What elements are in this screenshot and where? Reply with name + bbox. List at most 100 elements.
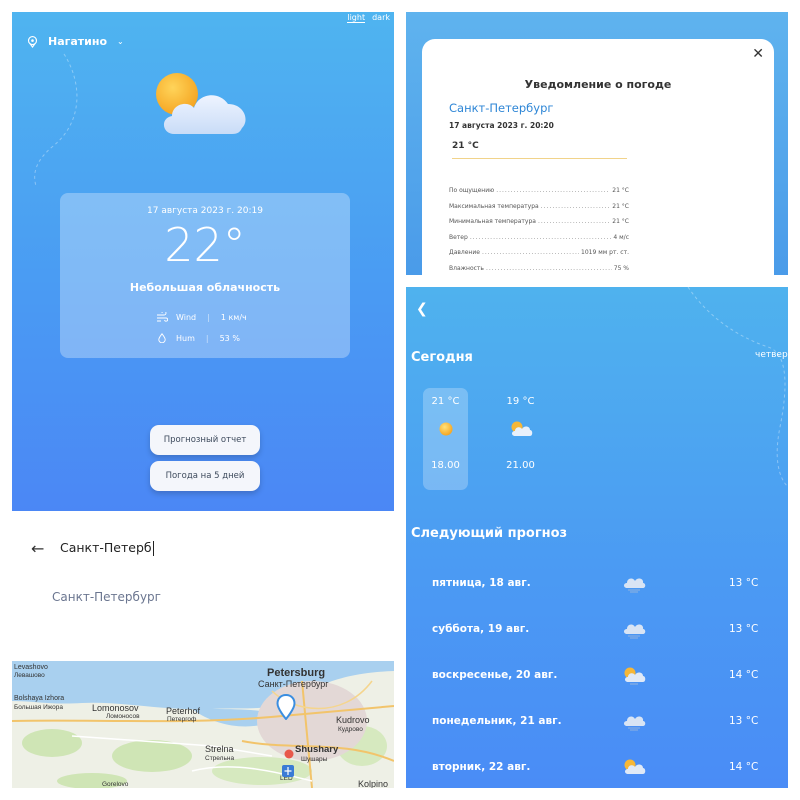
notification-stats: По ощущению ............................… xyxy=(449,187,629,275)
text-caret xyxy=(152,541,154,556)
stat-value: 21 °C xyxy=(612,202,629,210)
map-label: Шушары xyxy=(301,756,328,763)
stat-row: Давление ...............................… xyxy=(449,249,629,265)
wind-icon xyxy=(157,312,168,322)
theme-dark-option[interactable]: dark xyxy=(372,13,390,23)
wind-label: Wind xyxy=(176,312,197,322)
search-result-item[interactable]: Санкт-Петербург xyxy=(52,590,161,604)
stat-label: Максимальная температура xyxy=(449,202,539,210)
day-temp: 13 °C xyxy=(729,577,759,589)
map-label-city: Санкт-Петербург xyxy=(258,679,329,689)
day-temp: 14 °C xyxy=(729,669,759,681)
current-temperature: 22° xyxy=(164,218,246,272)
dot-leader: ........................................… xyxy=(537,218,610,226)
search-panel: ← Санкт-Петерб Санкт-Петербург Levashovo xyxy=(12,511,394,788)
sun-icon xyxy=(423,419,468,439)
day-name: воскресенье, 20 авг. xyxy=(432,669,558,681)
day-name: пятница, 18 авг. xyxy=(432,577,531,589)
map-label: Levashovo xyxy=(14,664,48,671)
day-row[interactable]: пятница, 18 авг. 13 °C xyxy=(432,573,762,593)
notification-panel: ✕ Уведомление о погоде Санкт-Петербург 1… xyxy=(406,12,788,275)
stat-row: Минимальная температура ................… xyxy=(449,218,629,234)
map-label: Shushary xyxy=(295,744,339,755)
stat-label: По ощущению xyxy=(449,187,495,194)
weather-description: Небольшая облачность xyxy=(129,281,281,294)
divider xyxy=(452,158,627,159)
current-date: 17 августа 2023 г. 20:19 xyxy=(147,206,263,216)
stat-row: Ветер ..................................… xyxy=(449,234,629,250)
day-temp: 13 °C xyxy=(729,715,759,727)
dot-leader: ........................................… xyxy=(485,264,612,272)
partly-cloudy-icon xyxy=(621,757,729,777)
partly-cloudy-icon xyxy=(498,419,543,439)
hour-time: 18.00 xyxy=(431,460,460,471)
map-pin-icon[interactable] xyxy=(276,694,296,720)
next-day-label: четвер xyxy=(755,350,788,360)
map-label: Стрельна xyxy=(205,755,235,762)
decorative-dashed-curve xyxy=(687,287,788,487)
dot-leader: ........................................… xyxy=(540,202,611,210)
map-label: Левашово xyxy=(14,672,45,679)
map-label: Peterhof xyxy=(166,706,201,716)
dot-leader: ........................................… xyxy=(481,249,579,257)
stat-label: Ветер xyxy=(449,233,468,241)
partly-cloudy-icon xyxy=(621,665,729,685)
main-weather-panel: light dark Нагатино ⌄ 17 августа 2023 г.… xyxy=(12,12,394,511)
back-arrow-icon[interactable]: ← xyxy=(31,539,44,558)
search-query: Санкт-Петерб xyxy=(60,540,152,555)
map-label: Gorelovo xyxy=(102,781,129,788)
map-label: Петергоф xyxy=(167,716,197,723)
forecast-report-button[interactable]: Прогнозный отчет xyxy=(150,425,260,455)
stat-label: Давление xyxy=(449,249,480,257)
map-view[interactable]: Levashovo Левашово Bolshaya Izhora Больш… xyxy=(12,661,394,788)
day-name: суббота, 19 авг. xyxy=(432,623,530,635)
hour-temp: 21 °C xyxy=(431,396,460,407)
map-label: Lomonosov xyxy=(92,703,139,713)
stat-row: Влажность ..............................… xyxy=(449,265,629,275)
theme-light-option[interactable]: light xyxy=(347,13,366,23)
metro-icon xyxy=(284,749,294,759)
hour-card[interactable]: 21 °C 18.00 xyxy=(423,388,468,490)
today-heading: Сегодня xyxy=(411,350,473,365)
day-row[interactable]: суббота, 19 авг. 13 °C xyxy=(432,619,762,639)
airport-icon xyxy=(282,765,294,777)
separator: | xyxy=(205,333,209,343)
notification-modal: ✕ Уведомление о погоде Санкт-Петербург 1… xyxy=(422,39,774,275)
cloud-icon xyxy=(621,711,729,731)
day-name: вторник, 22 авг. xyxy=(432,761,531,773)
wind-row: Wind | 1 км/ч xyxy=(156,312,247,322)
hour-temp: 19 °C xyxy=(506,396,535,407)
five-day-forecast-button[interactable]: Погода на 5 дней xyxy=(150,461,260,491)
notification-title: Уведомление о погоде xyxy=(524,78,672,91)
day-row[interactable]: понедельник, 21 авг. 13 °C xyxy=(432,711,762,731)
stat-value: 21 °C xyxy=(612,187,629,194)
stat-value: 4 м/с xyxy=(613,233,629,241)
current-weather-card: 17 августа 2023 г. 20:19 22° Небольшая о… xyxy=(60,193,350,358)
hour-card[interactable]: 19 °C 21.00 xyxy=(498,388,543,490)
partly-cloudy-icon xyxy=(156,73,246,134)
back-chevron-icon[interactable]: ❮ xyxy=(416,301,428,317)
chevron-down-icon: ⌄ xyxy=(117,37,124,46)
map-label: Kudrovo xyxy=(336,715,370,725)
humidity-value: 53 % xyxy=(219,333,240,343)
close-icon[interactable]: ✕ xyxy=(752,46,764,62)
location-pin-icon xyxy=(27,36,38,48)
day-row[interactable]: воскресенье, 20 авг. 14 °C xyxy=(432,665,762,685)
cloud-icon xyxy=(621,573,729,593)
separator: | xyxy=(207,312,210,322)
humidity-label: Hum xyxy=(176,333,195,343)
notification-city: Санкт-Петербург xyxy=(449,101,554,115)
search-input[interactable]: Санкт-Петерб xyxy=(60,540,154,556)
day-row[interactable]: вторник, 22 авг. 14 °C xyxy=(432,757,762,777)
map-label: Ломоносов xyxy=(106,713,140,720)
map-label: Strelna xyxy=(205,744,234,754)
decorative-dashed-curve xyxy=(34,53,78,187)
location-selector[interactable]: Нагатино ⌄ xyxy=(26,35,124,48)
droplet-icon xyxy=(158,333,166,343)
map-label: Кудрово xyxy=(338,726,363,733)
next-forecast-heading: Следующий прогноз xyxy=(411,526,568,541)
map-label: Kolpino xyxy=(358,779,389,788)
wind-value: 1 км/ч xyxy=(220,312,247,322)
map-label: Bolshaya Izhora xyxy=(14,695,65,702)
dot-leader: ........................................… xyxy=(496,187,611,194)
